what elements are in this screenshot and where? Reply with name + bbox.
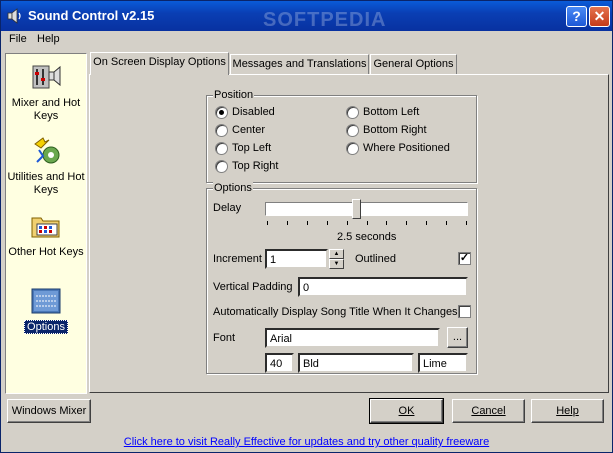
vertical-padding-input[interactable]: 0 bbox=[298, 277, 468, 297]
help-label: Help bbox=[556, 405, 579, 417]
category-label: Mixer and Hot Keys bbox=[11, 97, 81, 122]
vertical-padding-label: Vertical Padding bbox=[213, 281, 293, 293]
font-browse-button[interactable]: ... bbox=[447, 327, 468, 348]
app-window: Sound Control v2.15 SOFTPEDIA ? ✕ File H… bbox=[0, 0, 613, 453]
category-label: Other Hot Keys bbox=[8, 246, 84, 258]
outlined-checkbox[interactable]: ✓ bbox=[458, 252, 471, 265]
windows-mixer-button[interactable]: Windows Mixer bbox=[7, 399, 91, 423]
help-button[interactable]: Help bbox=[531, 399, 604, 423]
radio-top-left[interactable] bbox=[215, 142, 228, 155]
delay-tick bbox=[306, 221, 308, 225]
radio-bottom-right[interactable] bbox=[346, 124, 359, 137]
watermark: SOFTPEDIA bbox=[263, 9, 387, 31]
category-other-hot-keys[interactable]: Other Hot Keys bbox=[6, 209, 86, 259]
increment-down-arrow[interactable]: ▼ bbox=[329, 259, 344, 269]
folder-icon bbox=[31, 217, 60, 238]
speaker-app-icon bbox=[7, 8, 21, 24]
title-bar[interactable]: Sound Control v2.15 SOFTPEDIA ? ✕ bbox=[1, 1, 612, 31]
delay-tick bbox=[466, 221, 467, 225]
auto-display-checkbox[interactable] bbox=[458, 305, 471, 318]
delay-slider-track[interactable] bbox=[265, 202, 468, 216]
radio-label: Top Right bbox=[232, 160, 279, 172]
font-color-input[interactable]: Lime bbox=[418, 353, 468, 373]
help-title-button[interactable]: ? bbox=[566, 6, 587, 27]
radio-top-right[interactable] bbox=[215, 160, 228, 173]
radio-center[interactable] bbox=[215, 124, 228, 137]
font-size-input[interactable]: 40 bbox=[265, 353, 294, 373]
cancel-label: Cancel bbox=[471, 405, 506, 417]
radio-disabled[interactable] bbox=[215, 106, 228, 119]
increment-label: Increment bbox=[213, 253, 262, 265]
radio-label: Disabled bbox=[232, 106, 275, 118]
radio-where-positioned[interactable] bbox=[346, 142, 359, 155]
menu-bar: File Help bbox=[1, 31, 612, 49]
category-label: Utilities and Hot Keys bbox=[7, 171, 85, 196]
delay-tick bbox=[446, 221, 448, 225]
delay-tick bbox=[326, 221, 328, 225]
category-label: Options bbox=[24, 320, 68, 334]
tab-messages-translations[interactable]: Messages and Translations bbox=[230, 54, 369, 74]
category-options[interactable]: Options bbox=[6, 284, 86, 334]
category-mixer-hot-keys[interactable]: Mixer and Hot Keys bbox=[6, 60, 86, 123]
ok-button[interactable]: OK bbox=[369, 398, 444, 424]
category-utilities-hot-keys[interactable]: Utilities and Hot Keys bbox=[6, 134, 86, 197]
font-name-input[interactable]: Arial bbox=[265, 328, 440, 348]
cancel-button[interactable]: Cancel bbox=[452, 399, 525, 423]
options-group: Options Delay 2.5 seconds Increment 1 ▲ … bbox=[206, 182, 477, 374]
freeware-link[interactable]: Click here to visit Really Effective for… bbox=[1, 436, 612, 448]
radio-label: Center bbox=[232, 124, 266, 136]
tab-panel: Position Disabled Center Top Left Top Ri… bbox=[89, 74, 609, 393]
delay-tick bbox=[426, 221, 428, 225]
font-label: Font bbox=[213, 332, 236, 344]
delay-label: Delay bbox=[213, 202, 242, 214]
ok-label: OK bbox=[398, 405, 415, 417]
delay-tick bbox=[386, 221, 388, 225]
delay-value: 2.5 seconds bbox=[337, 231, 397, 243]
menu-help[interactable]: Help bbox=[37, 33, 60, 45]
auto-display-label: Automatically Display Song Title When It… bbox=[213, 306, 458, 318]
utilities-icon bbox=[34, 137, 60, 164]
menu-file[interactable]: File bbox=[9, 33, 27, 45]
tab-on-screen-display[interactable]: On Screen Display Options bbox=[90, 52, 229, 75]
increment-input[interactable]: 1 bbox=[265, 249, 328, 269]
radio-label: Where Positioned bbox=[363, 142, 450, 154]
options-icon bbox=[31, 288, 61, 314]
outlined-label: Outlined bbox=[355, 253, 396, 265]
increment-up-arrow[interactable]: ▲ bbox=[329, 249, 344, 259]
group-title: Options bbox=[213, 182, 253, 194]
window-title: Sound Control v2.15 bbox=[28, 8, 155, 23]
radio-bottom-left[interactable] bbox=[346, 106, 359, 119]
group-title: Position bbox=[213, 89, 255, 101]
delay-tick bbox=[346, 221, 348, 225]
radio-label: Bottom Right bbox=[363, 124, 427, 136]
category-panel: Mixer and Hot Keys Utilities and Hot Key… bbox=[5, 53, 87, 394]
radio-label: Top Left bbox=[232, 142, 272, 154]
radio-label: Bottom Left bbox=[363, 106, 420, 118]
delay-tick bbox=[286, 221, 288, 225]
delay-tick bbox=[267, 221, 268, 225]
font-style-input[interactable]: Bld bbox=[298, 353, 414, 373]
position-group: Position Disabled Center Top Left Top Ri… bbox=[206, 89, 477, 183]
close-button[interactable]: ✕ bbox=[589, 6, 610, 27]
delay-tick bbox=[406, 221, 408, 225]
delay-slider-thumb[interactable] bbox=[352, 199, 362, 219]
delay-tick bbox=[366, 221, 368, 225]
tab-general-options[interactable]: General Options bbox=[370, 54, 457, 74]
mixer-icon bbox=[32, 65, 61, 89]
